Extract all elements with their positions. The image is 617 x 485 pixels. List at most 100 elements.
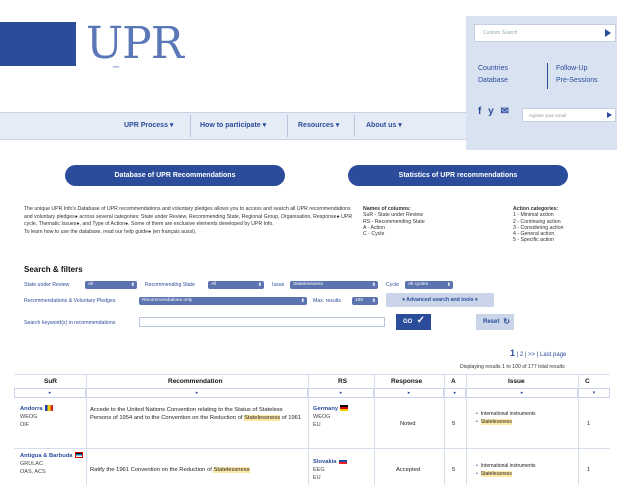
col-header-cycle[interactable]: C [585,378,590,385]
facebook-icon[interactable]: f [478,106,481,117]
filter-cell-response[interactable]: ▸ [374,388,444,398]
link-database[interactable]: Database [478,77,508,84]
sur-country-link[interactable]: Antigua & Barbuda [20,453,73,459]
recommendation-highlight: Statelessness [213,467,250,473]
state-under-review-label: State under Review [24,282,70,288]
social-links: f y ✉ [478,106,513,117]
nav-upr-process[interactable]: UPR Process ▾ [124,121,173,129]
filters-title: Search & filters [24,265,83,274]
rs-country-link[interactable]: Germany [313,406,338,412]
col-header-action[interactable]: A [451,378,456,385]
go-button-label: GO [403,319,413,325]
recommendation-text: Ratify the 1961 Convention on the Reduct… [90,467,212,473]
filter-cell-sur[interactable]: ▸ [14,388,86,398]
columns-legend-line: C - Cycle [363,231,385,238]
nav-divider [354,115,355,137]
antigua-flag-icon [74,452,83,459]
nav-resources[interactable]: Resources ▾ [298,121,339,129]
issue-item[interactable]: International instruments [481,463,536,469]
sur-cell: Antigua & Barbuda GRULAC OAS, ACS [20,452,84,476]
statistics-title[interactable]: Statistics of UPR recommendations [348,165,568,186]
sur-country-link[interactable]: Andorra [20,406,43,412]
col-header-rs[interactable]: RS [338,378,347,385]
page-current[interactable]: 1 [510,348,515,358]
recommending-state-select[interactable]: All ⬍ [208,281,264,289]
rs-country-link[interactable]: Slovakia [313,459,337,465]
chevron-down-icon: ⬍ [371,282,376,288]
logo-subtext: info [113,64,120,69]
sur-group: GRULAC [20,461,43,468]
action-cell: 5 [452,421,456,427]
page-links[interactable]: | 2 | >> | Last page [517,352,567,358]
checkmark-icon: ✓ [416,315,425,326]
nav-divider [190,115,191,137]
email-register-input[interactable]: register your email [522,108,616,122]
chevron-down-icon: ⬍ [371,298,376,304]
refresh-icon: ↻ [503,317,510,326]
logo-block [0,22,76,66]
filter-cell-issue[interactable]: ▸ [466,388,578,398]
recommendations-select[interactable]: Recommendations only ⬍ [139,297,307,305]
search-placeholder: Custom Search [483,30,518,36]
action-cell: 5 [452,467,456,473]
go-button[interactable]: GO ✓ [396,314,431,330]
filter-cell-action[interactable]: ▸ [444,388,466,398]
state-under-review-select[interactable]: All ⬍ [85,281,137,289]
logo[interactable]: UPR [86,18,184,69]
database-title[interactable]: Database of UPR Recommendations [65,165,285,186]
state-under-review-value: All [88,282,94,287]
reset-button-label: Reset [483,319,500,325]
filter-cell-cycle[interactable]: ▾ [578,388,610,398]
action-category-line: 5 - Specific action [513,237,554,244]
advanced-search-button[interactable]: ▾ Advanced search and tools ▾ [386,293,494,307]
columns-legend: Names of columns: SuR - State under Revi… [363,206,425,237]
andorra-flag-icon [44,405,53,412]
intro-text: The unique UPR Info's Database of UPR re… [24,206,354,236]
col-header-issue[interactable]: Issue [508,378,525,385]
rs-cell: Germany WEOG EU [313,405,373,429]
sur-group: OIF [20,422,30,429]
issue-cell: • International instruments • Statelessnes… [476,463,536,477]
cycle-select[interactable]: All cycles ⬍ [405,281,453,289]
recommendation-text-end: of 1961 [281,415,302,422]
filter-cell-rs[interactable]: ▸ [308,388,374,398]
search-submit-icon[interactable] [605,29,611,37]
action-categories: Action categories: 1 - Minimal action 2 … [513,206,563,244]
divider [547,63,548,89]
rs-group: WEOG [313,414,331,421]
recommendations-value: Recommendations only [142,298,193,303]
keyword-search-input[interactable] [139,317,385,327]
issue-item[interactable]: Statelessness [480,419,512,425]
custom-search-input[interactable]: Custom Search [474,24,616,42]
col-header-recommendation[interactable]: Recommendation [168,378,223,385]
col-header-sur[interactable]: SuR [44,378,57,385]
link-pre-sessions[interactable]: Pre-Sessions [556,77,598,84]
issue-value: Statelessness [293,282,323,287]
columns-legend-line: RS - Recommending State [363,218,425,225]
rs-group: EEG [313,467,325,474]
link-countries[interactable]: Countries [478,65,508,72]
email-submit-icon[interactable] [607,112,612,118]
filter-cell-recommendation[interactable]: ▸ [86,388,308,398]
sur-group: OAS, ACS [20,469,46,476]
reset-button[interactable]: Reset ↻ [476,314,514,330]
pagination: 1 | 2 | >> | Last page [510,348,566,358]
intro-paragraph: The unique UPR Info's Database of UPR re… [24,206,353,228]
issue-cell: • International instruments • Statelessnes… [476,411,536,425]
chevron-down-icon: ⬍ [446,282,451,288]
col-header-response[interactable]: Response [391,378,422,385]
link-follow-up[interactable]: Follow-Up [556,65,588,72]
action-category-line: 2 - Continuing action [513,218,561,225]
nav-how-to-participate[interactable]: How to participate ▾ [200,121,266,129]
max-results-select[interactable]: 100 ⬍ [352,297,378,305]
issue-item[interactable]: International instruments [481,411,536,417]
issue-select[interactable]: Statelessness ⬍ [290,281,378,289]
email-placeholder: register your email [529,113,567,118]
nav-about-us[interactable]: About us ▾ [366,121,402,129]
issue-item[interactable]: Statelessness [480,471,512,477]
cycle-cell: 1 [587,421,591,427]
chevron-down-icon: ⬍ [130,282,135,288]
slovakia-flag-icon [338,458,347,465]
email-icon[interactable]: ✉ [500,106,508,117]
twitter-icon[interactable]: y [488,106,494,117]
